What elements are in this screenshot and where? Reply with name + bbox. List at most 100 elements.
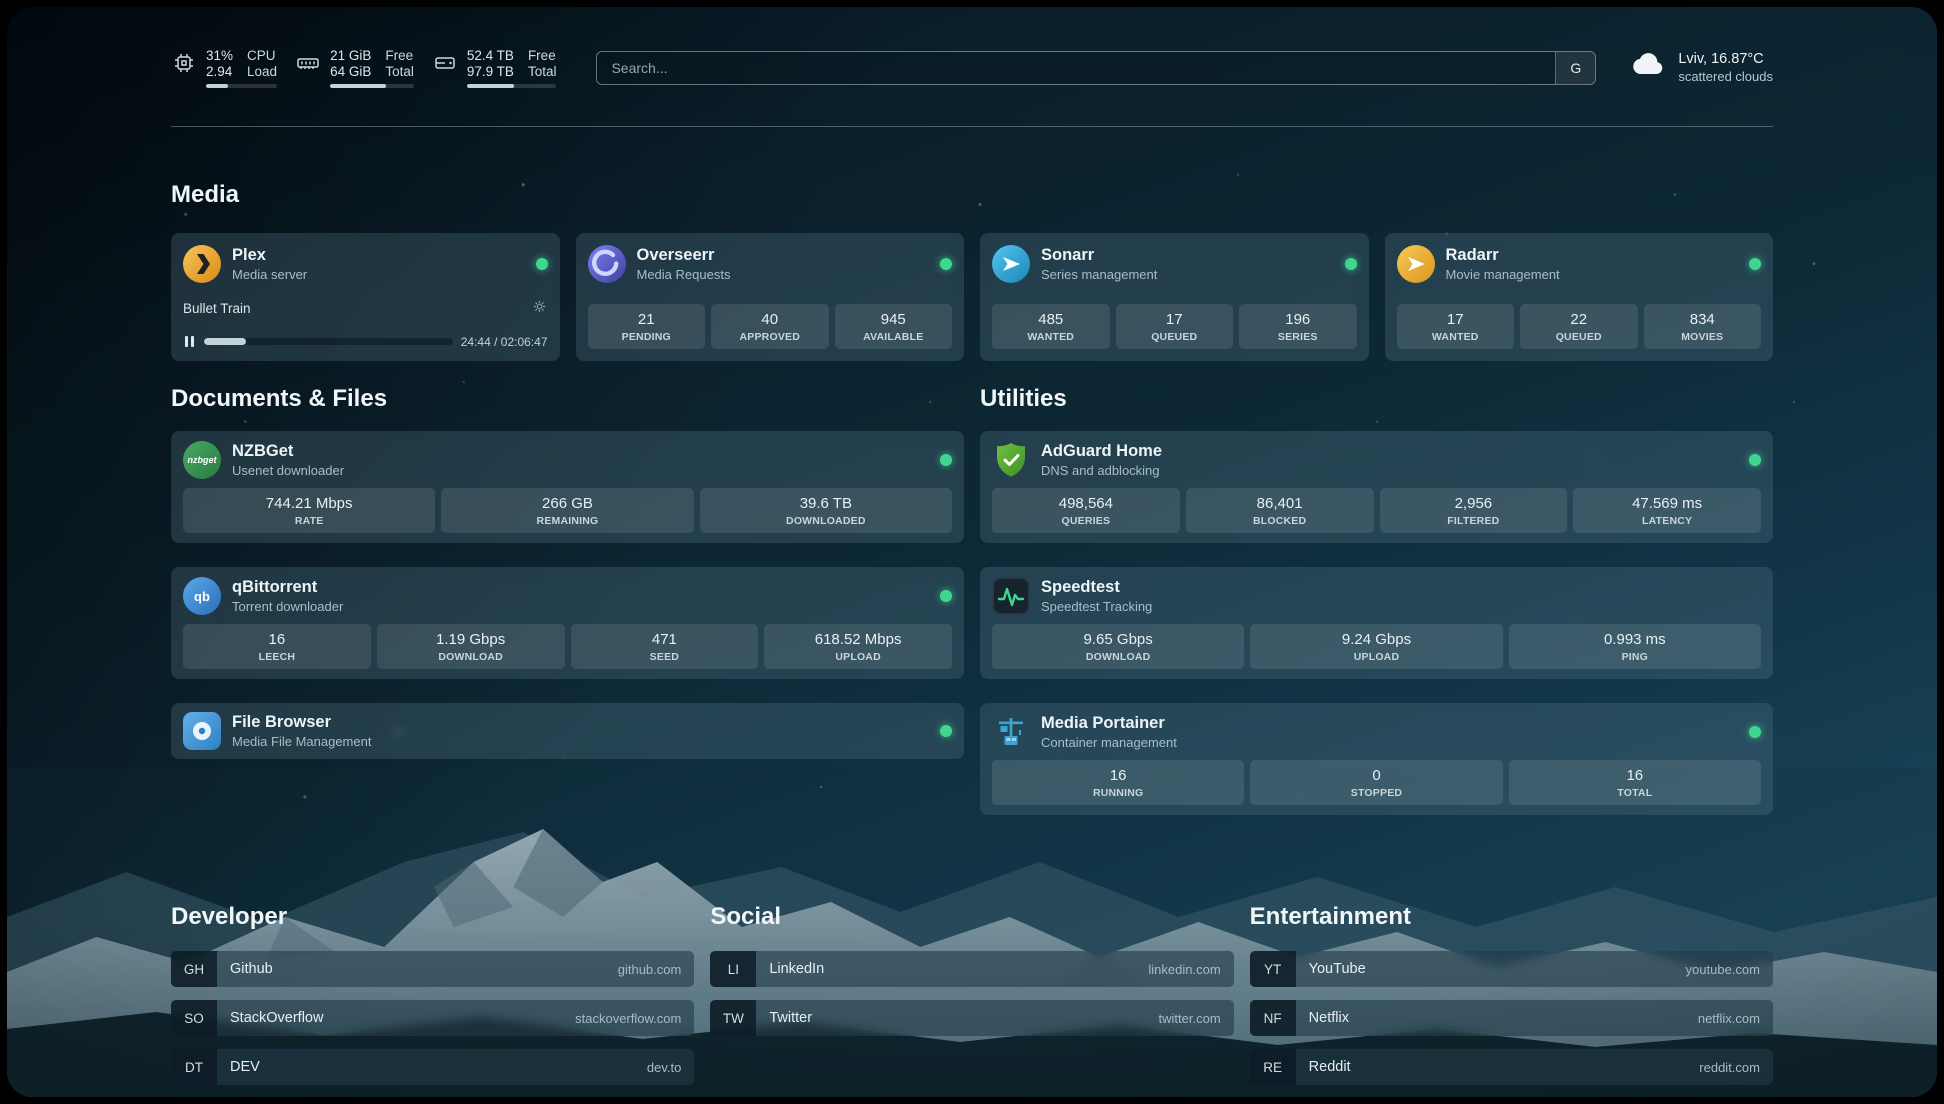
bookmark-name: Netflix	[1309, 1010, 1349, 1026]
weather-widget: Lviv, 16.87°C scattered clouds	[1628, 45, 1773, 90]
service-subtitle: DNS and adblocking	[1041, 463, 1162, 479]
qbittorrent-icon: qb	[183, 577, 221, 615]
documents-section-title: Documents & Files	[171, 385, 964, 413]
service-name: Plex	[232, 245, 307, 265]
top-bar: 31% 2.94 CPU Load	[171, 45, 1773, 90]
bookmark-dev[interactable]: DT DEV dev.to	[171, 1049, 694, 1085]
stat-queued: 22 QUEUED	[1520, 304, 1638, 349]
stat-series: 196 SERIES	[1239, 304, 1357, 349]
bookmark-github[interactable]: GH Github github.com	[171, 951, 694, 987]
status-dot-online	[1749, 726, 1761, 738]
service-subtitle: Media File Management	[232, 734, 371, 750]
status-dot-online	[1749, 258, 1761, 270]
bookmark-linkedin[interactable]: LI LinkedIn linkedin.com	[710, 951, 1233, 987]
cpu-progressbar	[206, 84, 277, 88]
service-name: Media Portainer	[1041, 713, 1177, 733]
cpu-label: CPU	[247, 48, 277, 64]
adguard-card[interactable]: AdGuard Home DNS and adblocking 498,564 …	[980, 431, 1773, 543]
bookmark-url: netflix.com	[1698, 1011, 1760, 1026]
service-subtitle: Media Requests	[637, 267, 731, 283]
stat-download: 9.65 Gbps DOWNLOAD	[992, 624, 1244, 669]
nzbget-card[interactable]: nzbget NZBGet Usenet downloader 744.21 M…	[171, 431, 964, 543]
overseerr-card[interactable]: Overseerr Media Requests 21 PENDING 40 A…	[576, 233, 965, 361]
stat-upload: 618.52 Mbps UPLOAD	[764, 624, 952, 669]
bookmark-abbr: LI	[710, 951, 756, 987]
memory-free-value: 21 GiB	[330, 48, 371, 64]
radarr-icon	[1397, 245, 1435, 283]
service-name: Speedtest	[1041, 577, 1152, 597]
plex-playback-row: 24:44 / 02:06:47	[183, 334, 548, 349]
stat-stopped: 0 STOPPED	[1250, 760, 1502, 805]
utilities-section: Utilities AdGuard Home	[980, 385, 1773, 839]
bookmark-group-developer: Developer GH Github github.com SO StackO…	[171, 903, 694, 1097]
service-name: Sonarr	[1041, 245, 1157, 265]
portainer-icon	[992, 713, 1030, 751]
bookmark-abbr: RE	[1250, 1049, 1296, 1085]
bookmark-netflix[interactable]: NF Netflix netflix.com	[1250, 1000, 1773, 1036]
qbittorrent-card[interactable]: qb qBittorrent Torrent downloader 16 LEE…	[171, 567, 964, 679]
plex-now-playing-row: Bullet Train	[183, 298, 548, 320]
stat-wanted: 17 WANTED	[1397, 304, 1515, 349]
search-provider-button[interactable]: G	[1555, 52, 1595, 84]
bookmark-abbr: YT	[1250, 951, 1296, 987]
stat-remaining: 266 GB REMAINING	[441, 488, 693, 533]
status-dot-online	[536, 258, 548, 270]
bookmark-name: YouTube	[1309, 961, 1366, 977]
now-playing-title: Bullet Train	[183, 301, 251, 316]
bookmark-url: dev.to	[647, 1060, 681, 1075]
bookmark-name: DEV	[230, 1059, 260, 1075]
service-subtitle: Movie management	[1446, 267, 1560, 283]
bookmark-group-title: Social	[710, 903, 1233, 931]
bookmark-abbr: TW	[710, 1000, 756, 1036]
stat-available: 945 AVAILABLE	[835, 304, 953, 349]
filebrowser-card[interactable]: File Browser Media File Management	[171, 703, 964, 759]
utilities-section-title: Utilities	[980, 385, 1773, 413]
cpu-load-value: 2.94	[206, 64, 233, 80]
bookmark-abbr: GH	[171, 951, 217, 987]
adguard-icon	[992, 441, 1030, 479]
stat-wanted: 485 WANTED	[992, 304, 1110, 349]
stat-movies: 834 MOVIES	[1644, 304, 1762, 349]
service-name: Radarr	[1446, 245, 1560, 265]
cpu-icon	[171, 48, 197, 76]
documents-section: Documents & Files nzbget NZBGet	[171, 385, 964, 783]
search-bar[interactable]: G	[596, 51, 1596, 85]
bookmark-url: stackoverflow.com	[575, 1011, 681, 1026]
overseerr-icon	[588, 245, 626, 283]
pause-icon[interactable]	[183, 334, 196, 349]
search-input[interactable]	[597, 52, 1555, 84]
bookmark-name: Github	[230, 961, 273, 977]
sonarr-card[interactable]: Sonarr Series management 485 WANTED 17 Q…	[980, 233, 1369, 361]
bookmark-stackoverflow[interactable]: SO StackOverflow stackoverflow.com	[171, 1000, 694, 1036]
stat-latency: 47.569 ms LATENCY	[1573, 488, 1761, 533]
radarr-card[interactable]: Radarr Movie management 17 WANTED 22 QUE…	[1385, 233, 1774, 361]
bookmark-youtube[interactable]: YT YouTube youtube.com	[1250, 951, 1773, 987]
memory-progress-fill	[330, 84, 386, 88]
bookmark-group-entertainment: Entertainment YT YouTube youtube.com NF …	[1250, 903, 1773, 1097]
speedtest-card[interactable]: Speedtest Speedtest Tracking 9.65 Gbps D…	[980, 567, 1773, 679]
bookmark-reddit[interactable]: RE Reddit reddit.com	[1250, 1049, 1773, 1085]
memory-icon	[295, 48, 321, 76]
bookmark-twitter[interactable]: TW Twitter twitter.com	[710, 1000, 1233, 1036]
svg-text:qb: qb	[194, 589, 210, 604]
memory-free-label: Free	[385, 48, 414, 64]
portainer-card[interactable]: Media Portainer Container management 16 …	[980, 703, 1773, 815]
bookmark-group-social: Social LI LinkedIn linkedin.com TW Twitt…	[710, 903, 1233, 1097]
bookmark-group-title: Entertainment	[1250, 903, 1773, 931]
memory-total-value: 64 GiB	[330, 64, 371, 80]
cloud-icon	[1628, 45, 1668, 90]
gear-icon[interactable]	[531, 298, 548, 320]
media-section: Media Plex Medi	[171, 181, 1773, 361]
memory-total-label: Total	[385, 64, 414, 80]
stat-queries: 498,564 QUERIES	[992, 488, 1180, 533]
plex-card[interactable]: Plex Media server Bullet Train	[171, 233, 560, 361]
disk-widget: 52.4 TB 97.9 TB Free Total	[432, 48, 557, 88]
svg-text:nzbget: nzbget	[188, 455, 218, 465]
stat-filtered: 2,956 FILTERED	[1380, 488, 1568, 533]
cpu-usage-value: 31%	[206, 48, 233, 64]
playback-time: 24:44 / 02:06:47	[461, 335, 548, 349]
stat-leech: 16 LEECH	[183, 624, 371, 669]
sonarr-icon	[992, 245, 1030, 283]
status-dot-online	[940, 454, 952, 466]
service-subtitle: Media server	[232, 267, 307, 283]
